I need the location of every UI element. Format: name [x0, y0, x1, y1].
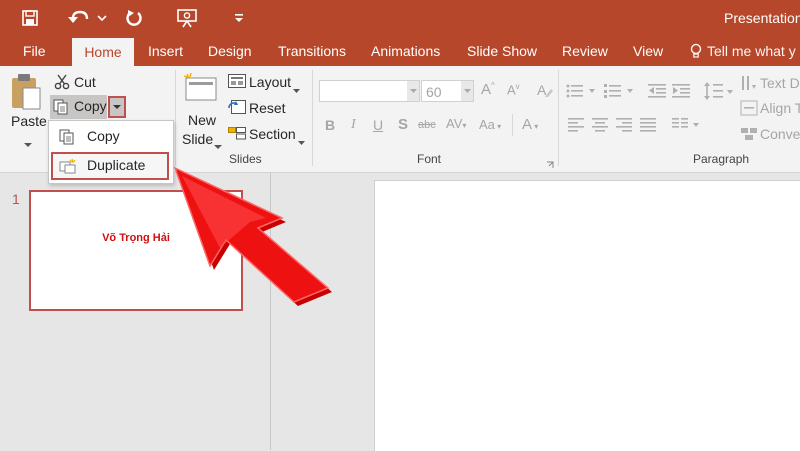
- section-label[interactable]: Section: [249, 126, 296, 142]
- svg-text:A: A: [537, 82, 547, 98]
- tab-insert[interactable]: Insert: [148, 36, 183, 66]
- align-left-icon[interactable]: [568, 118, 584, 137]
- copy-button[interactable]: Copy: [50, 95, 107, 119]
- underline-icon[interactable]: U: [373, 117, 383, 133]
- shadow-icon[interactable]: S: [398, 116, 408, 133]
- font-dialog-launcher-icon[interactable]: [546, 156, 554, 174]
- font-size-dropdown[interactable]: [461, 81, 473, 101]
- presentation-icon[interactable]: [174, 6, 200, 30]
- increase-font-icon[interactable]: A^: [481, 81, 495, 98]
- layout-chevron-icon[interactable]: [293, 81, 300, 99]
- cut-icon[interactable]: [54, 74, 70, 95]
- new-slide-label-2[interactable]: Slide: [182, 131, 213, 147]
- red-pointer-arrow: [173, 166, 332, 306]
- font-name-dropdown[interactable]: [407, 81, 419, 101]
- character-spacing-icon[interactable]: AV▾: [446, 116, 466, 131]
- font-size-value: 60: [426, 84, 442, 100]
- font-group-label: Font: [417, 152, 442, 166]
- text-direction-label[interactable]: Text D: [760, 75, 800, 91]
- increase-indent-icon[interactable]: [672, 83, 690, 104]
- font-color-icon[interactable]: A ▾: [522, 116, 538, 133]
- columns-icon[interactable]: [672, 118, 702, 137]
- menu-item-duplicate[interactable]: Duplicate: [51, 152, 169, 180]
- tab-view[interactable]: View: [633, 36, 663, 66]
- divider: [512, 114, 513, 136]
- convert-smartart-icon[interactable]: [740, 126, 758, 147]
- cut-label[interactable]: Cut: [74, 74, 96, 90]
- divider: [558, 70, 559, 166]
- text-direction-icon[interactable]: [740, 75, 758, 96]
- divider: [175, 70, 176, 166]
- chevron-down-icon: [464, 89, 471, 93]
- font-name-field[interactable]: [319, 80, 420, 102]
- numbering-icon[interactable]: [604, 83, 638, 104]
- menu-item-copy-label: Copy: [87, 128, 120, 144]
- save-icon[interactable]: [18, 6, 42, 30]
- tab-file[interactable]: File: [23, 36, 46, 66]
- decrease-indent-icon[interactable]: [648, 83, 666, 104]
- section-chevron-icon[interactable]: [298, 133, 305, 151]
- strikethrough-icon[interactable]: abc: [418, 119, 436, 131]
- divider: [312, 70, 313, 166]
- paste-label[interactable]: Paste: [11, 113, 47, 129]
- tab-design[interactable]: Design: [208, 36, 252, 66]
- layout-icon[interactable]: [228, 74, 246, 93]
- copy-dropdown-menu: Copy Duplicate: [48, 120, 174, 184]
- slide-canvas[interactable]: [374, 180, 800, 451]
- ribbon-tabs: File Home Insert Design Transitions Anim…: [0, 36, 800, 66]
- tab-review[interactable]: Review: [562, 36, 608, 66]
- new-slide-chevron-icon[interactable]: [214, 137, 222, 155]
- menu-item-copy[interactable]: Copy: [51, 124, 169, 150]
- chevron-down-icon: [410, 89, 417, 93]
- tell-me-box[interactable]: Tell me what y: [690, 36, 796, 66]
- align-text-icon[interactable]: [740, 100, 758, 121]
- line-spacing-icon[interactable]: [704, 81, 734, 106]
- tell-me-placeholder: Tell me what y: [707, 43, 796, 59]
- tab-animations[interactable]: Animations: [371, 36, 440, 66]
- justify-icon[interactable]: [640, 118, 656, 137]
- redo-icon[interactable]: [122, 6, 146, 30]
- align-right-icon[interactable]: [616, 118, 632, 137]
- chevron-down-icon: [113, 105, 121, 109]
- lightbulb-icon: [690, 43, 702, 58]
- change-case-icon[interactable]: Aa ▾: [479, 117, 501, 132]
- paste-chevron-icon[interactable]: [24, 135, 32, 153]
- copy-icon: [53, 99, 68, 115]
- section-icon[interactable]: [228, 126, 246, 145]
- bold-icon[interactable]: B: [325, 117, 335, 133]
- align-center-icon[interactable]: [592, 118, 608, 137]
- paste-icon[interactable]: [10, 72, 42, 117]
- customize-icon[interactable]: [232, 6, 246, 30]
- copy-label: Copy: [74, 98, 107, 114]
- copy-dropdown-button[interactable]: [108, 96, 126, 118]
- clear-formatting-icon[interactable]: A: [536, 81, 554, 104]
- layout-label[interactable]: Layout: [249, 74, 291, 90]
- reset-label[interactable]: Reset: [249, 100, 286, 116]
- title-bar: Presentation: [0, 0, 800, 36]
- tab-home[interactable]: Home: [72, 38, 134, 66]
- reset-icon[interactable]: [228, 100, 246, 119]
- italic-icon[interactable]: I: [351, 117, 356, 133]
- bullets-icon[interactable]: [566, 83, 600, 104]
- decrease-font-icon[interactable]: Av: [507, 82, 520, 97]
- menu-item-duplicate-label: Duplicate: [87, 157, 146, 173]
- convert-smartart-label[interactable]: Conver: [760, 126, 800, 142]
- new-slide-icon[interactable]: [183, 72, 219, 107]
- tab-transitions[interactable]: Transitions: [278, 36, 346, 66]
- slide-number: 1: [12, 191, 20, 207]
- copy-icon: [59, 129, 74, 145]
- align-text-label[interactable]: Align T: [760, 100, 800, 116]
- new-slide-label-1[interactable]: New: [188, 112, 216, 128]
- paragraph-group-label: Paragraph: [693, 152, 750, 166]
- window-title: Presentation: [724, 10, 800, 26]
- undo-icon[interactable]: [66, 6, 108, 30]
- duplicate-icon: [59, 158, 76, 174]
- font-size-field[interactable]: 60: [421, 80, 474, 102]
- tab-slide-show[interactable]: Slide Show: [467, 36, 537, 66]
